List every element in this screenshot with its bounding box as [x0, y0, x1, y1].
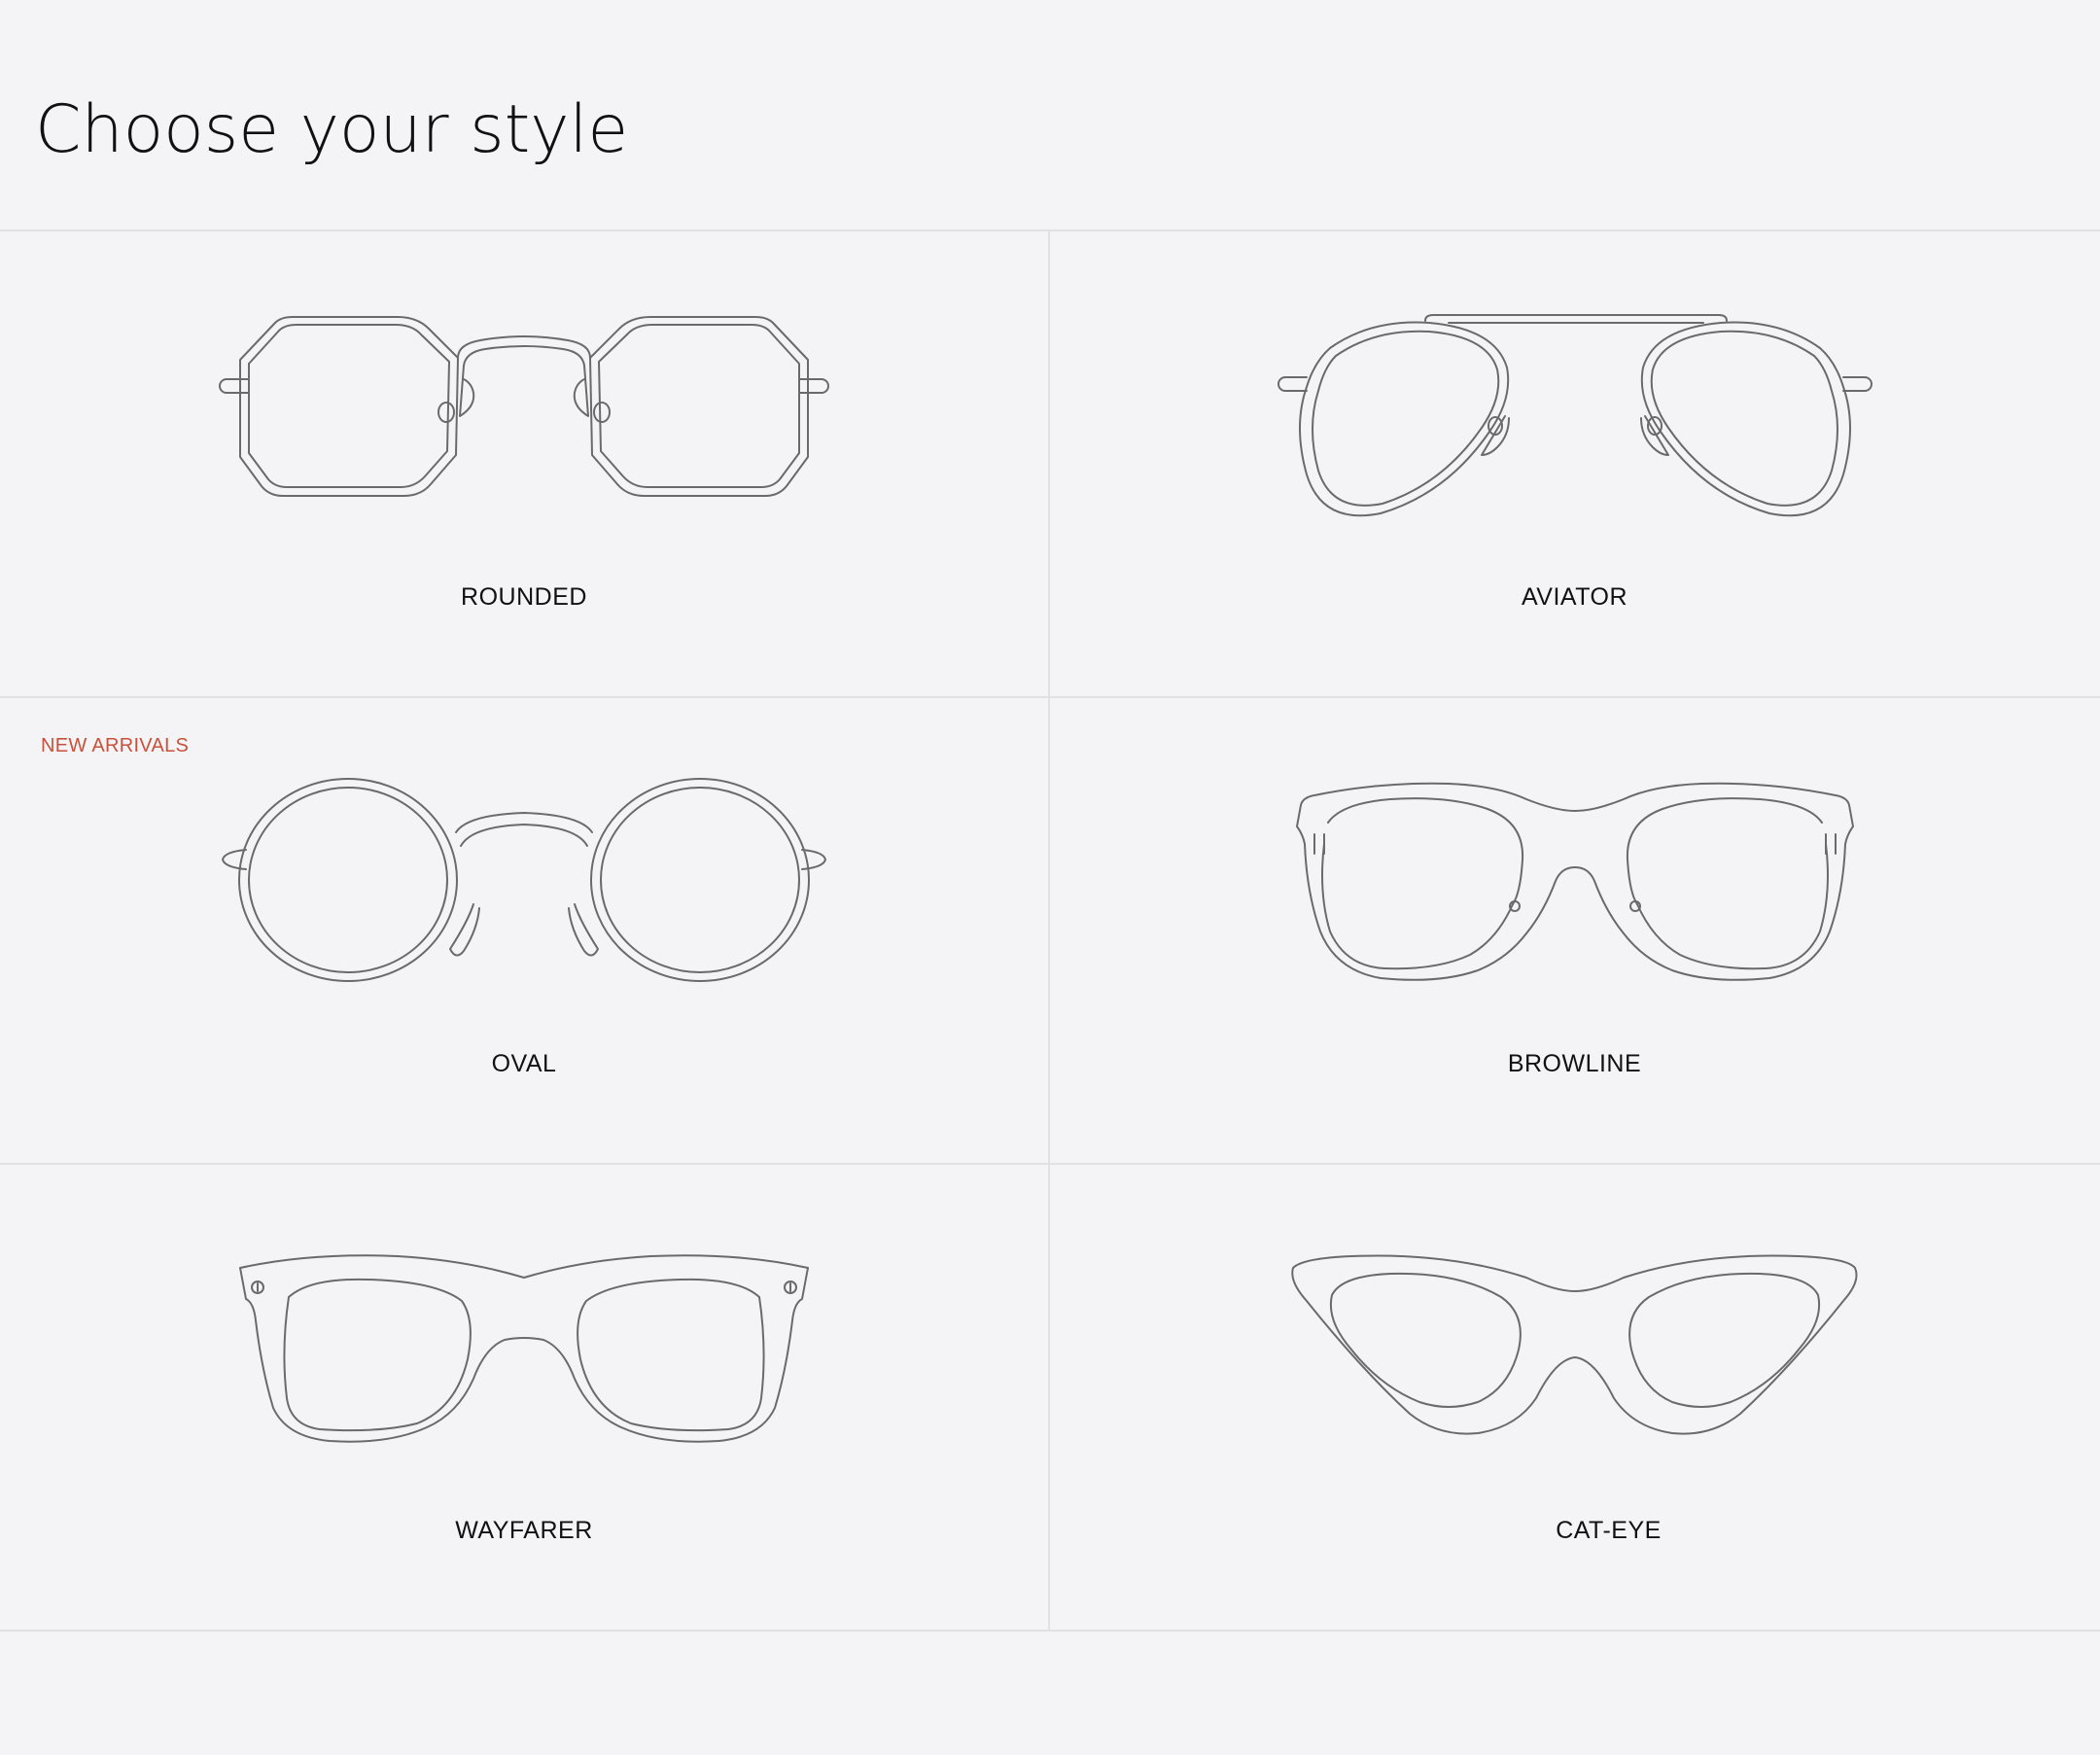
new-arrivals-badge: NEW ARRIVALS [41, 735, 190, 756]
aviator-glasses-icon [1277, 314, 1872, 517]
style-row: ROUNDED AVIATOR [0, 231, 2100, 698]
style-grid: ROUNDED AVIATOR NEW ARRIVALS OVAL BROWLI… [0, 229, 2100, 1632]
style-label: AVIATOR [1521, 583, 1628, 611]
page-title: Choose your style [35, 91, 629, 168]
rounded-glasses-icon [219, 316, 829, 497]
style-card-rounded[interactable]: ROUNDED [0, 231, 1050, 696]
style-row: WAYFARER CAT-EYE [0, 1165, 2100, 1632]
cat-eye-glasses-icon [1290, 1254, 1857, 1435]
style-card-aviator[interactable]: AVIATOR [1050, 231, 2099, 696]
wayfarer-glasses-icon [239, 1254, 809, 1443]
style-card-oval[interactable]: NEW ARRIVALS OVAL [0, 698, 1050, 1163]
style-label: CAT-EYE [1556, 1517, 1662, 1544]
style-card-wayfarer[interactable]: WAYFARER [0, 1165, 1050, 1630]
style-label: BROWLINE [1507, 1050, 1642, 1077]
style-card-browline[interactable]: BROWLINE [1050, 698, 2099, 1163]
style-label: WAYFARER [455, 1517, 593, 1544]
oval-glasses-icon [222, 778, 826, 982]
style-label: OVAL [491, 1050, 557, 1077]
style-card-cat-eye[interactable]: CAT-EYE [1050, 1165, 2099, 1630]
style-row: NEW ARRIVALS OVAL BROWLINE [0, 698, 2100, 1165]
browline-glasses-icon [1295, 782, 1854, 981]
style-label: ROUNDED [461, 583, 587, 611]
style-chooser-page: Choose your style ROUNDED AVIATOR NEW AR… [0, 0, 2100, 1755]
